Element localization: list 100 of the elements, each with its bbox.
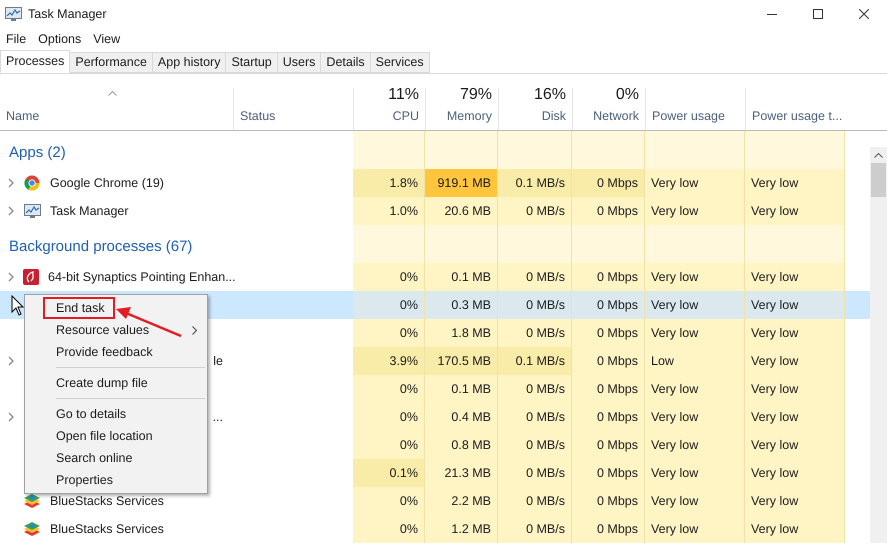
- column-header[interactable]: CPU: [392, 107, 419, 126]
- column-header[interactable]: Status: [240, 107, 276, 126]
- chevron-icon[interactable]: [8, 272, 14, 282]
- header-cell[interactable]: Status: [233, 88, 353, 130]
- table-cell: Very low: [745, 487, 845, 515]
- table-cell: 1.8%: [353, 169, 425, 197]
- table-cell: Very low: [645, 291, 745, 319]
- table-cell: 20.6 MB: [425, 197, 498, 225]
- column-header[interactable]: Network: [593, 107, 639, 126]
- menu-item[interactable]: File: [0, 30, 32, 48]
- table-cell: Very low: [645, 197, 745, 225]
- table-cell: Very low: [745, 169, 845, 197]
- scrollbar[interactable]: [870, 147, 887, 543]
- table-cell: 0 MB/s: [498, 197, 572, 225]
- table-cell: Very low: [645, 487, 745, 515]
- column-header[interactable]: Power usage t...: [752, 107, 842, 126]
- tab[interactable]: Performance: [70, 52, 153, 73]
- column-header[interactable]: Power usage: [652, 107, 725, 126]
- table-cell: 0 Mbps: [572, 169, 645, 197]
- table-cell: Very low: [645, 263, 745, 291]
- stacked-layers-icon: [23, 493, 41, 509]
- header-cell[interactable]: Power usage: [645, 88, 745, 130]
- table-cell: Very low: [645, 319, 745, 347]
- table-cell: 0%: [353, 515, 425, 543]
- table-cell: Very low: [645, 403, 745, 431]
- table-cell: Very low: [745, 459, 845, 487]
- header-cell[interactable]: Power usage t...: [745, 88, 845, 130]
- sort-caret-icon[interactable]: [108, 91, 117, 96]
- table-cell: 170.5 MB: [425, 347, 498, 375]
- process-name: 64-bit Synaptics Pointing Enhan...: [48, 268, 236, 286]
- table-cell: 0%: [353, 263, 425, 291]
- table-cell: Low: [645, 347, 745, 375]
- table-cell: Very low: [745, 403, 845, 431]
- table-cell: 3.9%: [353, 347, 425, 375]
- chevron-icon[interactable]: [8, 206, 14, 216]
- header-cell[interactable]: 79% Memory: [425, 88, 498, 130]
- submenu-chevron-icon: [192, 326, 197, 334]
- table-cell: 0 MB/s: [498, 431, 572, 459]
- table-cell: Very low: [645, 169, 745, 197]
- table-cell: Very low: [745, 347, 845, 375]
- tab[interactable]: Processes: [0, 50, 70, 73]
- close-icon: [859, 9, 869, 19]
- table-cell: 0 MB/s: [498, 263, 572, 291]
- tab[interactable]: Startup: [226, 52, 278, 73]
- menu-item[interactable]: End task: [25, 297, 207, 319]
- table-cell: Very low: [745, 515, 845, 543]
- table-cell: 0%: [353, 487, 425, 515]
- table-cell: 21.3 MB: [425, 459, 498, 487]
- table-cell: 0 Mbps: [572, 319, 645, 347]
- scrollbar-thumb[interactable]: [871, 163, 886, 197]
- tab[interactable]: Details: [321, 52, 371, 73]
- header-cell[interactable]: 0% Network: [572, 88, 645, 130]
- table-cell: 0 Mbps: [572, 487, 645, 515]
- process-name: BlueStacks Services: [50, 492, 164, 510]
- table-cell: Very low: [745, 263, 845, 291]
- table-cell: 0%: [353, 403, 425, 431]
- table-cell: 0%: [353, 375, 425, 403]
- menu-item[interactable]: Create dump file: [25, 372, 207, 394]
- table-cell: 0%: [353, 291, 425, 319]
- menu-item[interactable]: Resource values: [25, 319, 207, 341]
- header-cell[interactable]: 16% Disk: [498, 88, 572, 130]
- table-cell: Very low: [745, 319, 845, 347]
- table-cell: 0 MB/s: [498, 375, 572, 403]
- menu-item[interactable]: View: [87, 30, 126, 48]
- chevron-icon[interactable]: [8, 356, 14, 366]
- group-title: Background processes (67): [9, 236, 192, 257]
- column-header[interactable]: Disk: [542, 107, 566, 126]
- header-cell[interactable]: Name: [0, 88, 233, 130]
- monitor-icon: [24, 204, 40, 218]
- group-title: Apps (2): [9, 142, 66, 163]
- table-cell: 0 Mbps: [572, 459, 645, 487]
- table-cell: Very low: [745, 375, 845, 403]
- table-cell: 0 MB/s: [498, 319, 572, 347]
- table-cell: 0 Mbps: [572, 197, 645, 225]
- table-cell: 0 Mbps: [572, 263, 645, 291]
- header-cell[interactable]: 11% CPU: [353, 88, 425, 130]
- table-cell: 0.1 MB: [425, 375, 498, 403]
- table-cell: Very low: [745, 291, 845, 319]
- tab[interactable]: Services: [370, 52, 430, 73]
- table-cell: 0%: [353, 431, 425, 459]
- table-cell: Very low: [745, 431, 845, 459]
- column-header[interactable]: Name: [6, 107, 40, 126]
- table-cell: Very low: [645, 515, 745, 543]
- table-cell: 0.1 MB/s: [498, 169, 572, 197]
- tab[interactable]: App history: [152, 52, 226, 73]
- menu-item[interactable]: Go to details: [25, 403, 207, 425]
- column-summary: 0%: [616, 85, 639, 106]
- table-cell: 0 Mbps: [572, 347, 645, 375]
- table-cell: 0.1 MB: [425, 263, 498, 291]
- table-cell: Very low: [645, 375, 745, 403]
- chevron-icon[interactable]: [8, 178, 14, 188]
- scroll-up-icon[interactable]: [874, 153, 883, 158]
- menu-item[interactable]: Options: [32, 30, 88, 48]
- tab[interactable]: Users: [278, 52, 322, 73]
- chevron-icon[interactable]: [8, 412, 14, 422]
- table-cell: 0%: [353, 319, 425, 347]
- table-cell: 1.2 MB: [425, 515, 498, 543]
- table-cell: 0.1 MB/s: [498, 347, 572, 375]
- table-cell: Very low: [645, 431, 745, 459]
- column-header[interactable]: Memory: [446, 107, 492, 126]
